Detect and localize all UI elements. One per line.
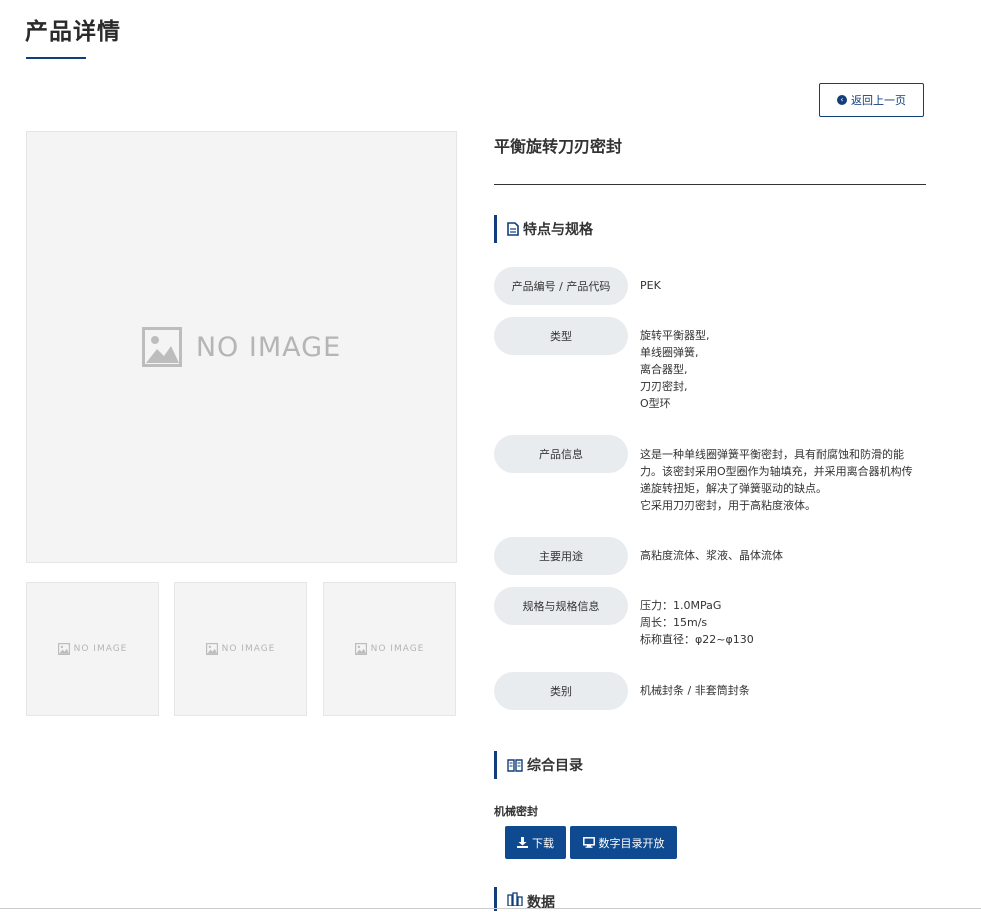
page-title: 产品详情 xyxy=(25,19,121,45)
spec-line: PEK xyxy=(640,279,661,292)
document-icon xyxy=(507,222,519,236)
spec-label-product-code: 产品编号 / 产品代码 xyxy=(494,267,628,305)
bottom-divider xyxy=(0,908,981,909)
spec-line: 标称直径：φ22~φ130 xyxy=(640,633,754,646)
spec-line: 这是一种单线圈弹簧平衡密封，具有耐腐蚀和防滑的能 xyxy=(640,448,904,461)
spec-line: 旋转平衡器型, xyxy=(640,329,710,342)
spec-label-type: 类型 xyxy=(494,317,628,355)
digital-catalog-button-label: 数字目录开放 xyxy=(598,836,665,850)
no-image-text: NO IMAGE xyxy=(195,331,342,363)
spec-line: O型环 xyxy=(640,397,671,410)
specs-heading: 特点与规格 xyxy=(494,215,593,243)
catalog-heading-text: 综合目录 xyxy=(527,758,583,774)
image-placeholder-icon xyxy=(205,643,218,655)
back-button-label: 返回上一页 xyxy=(851,94,906,107)
spec-value-product-info: 这是一种单线圈弹簧平衡密封，具有耐腐蚀和防滑的能 力。该密封采用O型圈作为轴填充… xyxy=(640,446,930,514)
main-product-image: NO IMAGE xyxy=(26,131,457,563)
download-button-label: 下载 xyxy=(532,836,554,850)
spec-value-category: 机械封条 / 非套筒封条 xyxy=(640,682,930,699)
title-underline xyxy=(26,57,86,59)
spec-line: 机械封条 / 非套筒封条 xyxy=(640,684,750,697)
book-icon xyxy=(507,758,523,772)
product-name: 平衡旋转刀刃密封 xyxy=(494,137,623,156)
data-heading-text: 数据 xyxy=(527,895,555,911)
no-image-text: NO IMAGE xyxy=(221,644,276,654)
spec-value-main-use: 高粘度流体、浆液、晶体流体 xyxy=(640,547,930,564)
thumbnail-3[interactable]: NO IMAGE xyxy=(323,582,456,716)
building-icon xyxy=(507,892,523,906)
spec-label-product-info: 产品信息 xyxy=(494,435,628,473)
back-button[interactable]: ‹ 返回上一页 xyxy=(819,83,924,117)
spec-line: 离合器型, xyxy=(640,363,688,376)
thumbnail-2[interactable]: NO IMAGE xyxy=(174,582,307,716)
download-button[interactable]: 下载 xyxy=(505,826,566,859)
divider xyxy=(494,184,926,185)
no-image-text: NO IMAGE xyxy=(370,644,425,654)
spec-line: 高粘度流体、浆液、晶体流体 xyxy=(640,549,783,562)
spec-line: 递旋转扭矩，解决了弹簧驱动的缺点。 xyxy=(640,482,827,495)
specs-heading-text: 特点与规格 xyxy=(523,222,593,238)
spec-line: 力。该密封采用O型圈作为轴填充，并采用离合器机构传 xyxy=(640,465,913,478)
spec-line: 它采用刀刃密封，用于高粘度液体。 xyxy=(640,499,816,512)
spec-label-main-use: 主要用途 xyxy=(494,537,628,575)
spec-line: 单线圈弹簧, xyxy=(640,346,699,359)
thumbnail-1[interactable]: NO IMAGE xyxy=(26,582,159,716)
arrow-left-circle-icon: ‹ xyxy=(837,95,847,105)
spec-label-category: 类别 xyxy=(494,672,628,710)
image-placeholder-icon xyxy=(57,643,70,655)
spec-value-type: 旋转平衡器型, 单线圈弹簧, 离合器型, 刀刃密封, O型环 xyxy=(640,327,930,412)
digital-catalog-button[interactable]: 数字目录开放 xyxy=(570,826,677,859)
image-placeholder-icon xyxy=(141,327,182,367)
image-placeholder-icon xyxy=(354,643,367,655)
no-image-text: NO IMAGE xyxy=(73,644,128,654)
monitor-icon xyxy=(582,837,595,848)
spec-line: 刀刃密封, xyxy=(640,380,688,393)
spec-label-specifications: 规格与规格信息 xyxy=(494,587,628,625)
spec-line: 压力：1.0MPaG xyxy=(640,599,722,612)
spec-line: 周长：15m/s xyxy=(640,616,708,629)
catalog-heading: 综合目录 xyxy=(494,751,583,779)
download-icon xyxy=(517,837,528,848)
spec-value-specifications: 压力：1.0MPaG 周长：15m/s 标称直径：φ22~φ130 xyxy=(640,597,930,648)
spec-value-product-code: PEK xyxy=(640,277,930,294)
catalog-label: 机械密封 xyxy=(494,805,538,818)
